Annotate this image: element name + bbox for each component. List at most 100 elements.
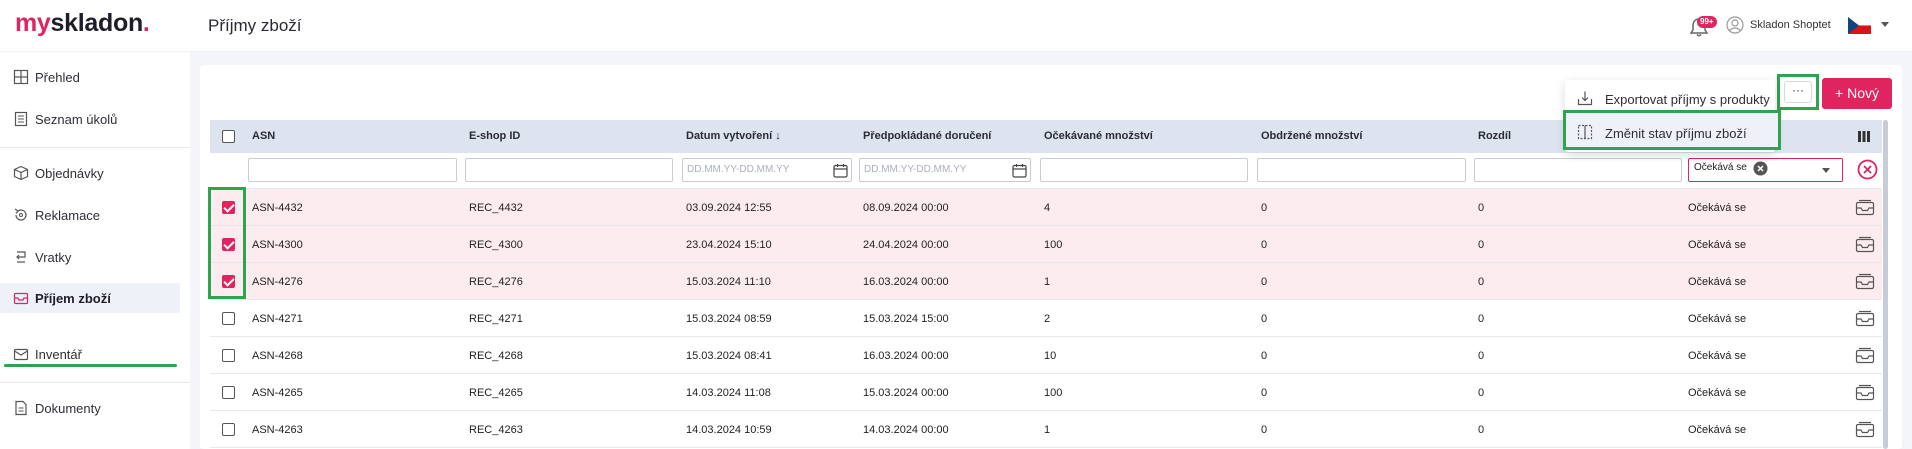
cell-created: 14.03.2024 10:59 — [686, 424, 772, 436]
table-row[interactable]: ASN-4265 REC_4265 14.03.2024 11:08 15.03.20… — [210, 374, 1882, 411]
column-header-expected[interactable]: Očekávané množství — [1044, 130, 1153, 142]
cell-asn[interactable]: ASN-4265 — [252, 387, 303, 399]
cell-eshop-id: REC_4432 — [469, 202, 523, 214]
table-row[interactable]: ASN-4300 REC_4300 23.04.2024 15:10 24.04.20… — [210, 226, 1882, 263]
receive-icon[interactable] — [1855, 273, 1875, 290]
cell-asn[interactable]: ASN-4300 — [252, 239, 303, 251]
table-row[interactable]: ASN-4276 REC_4276 15.03.2024 11:10 16.03.20… — [210, 263, 1882, 300]
sidebar-item-label: Inventář — [35, 347, 82, 362]
clear-filters-icon[interactable] — [1857, 159, 1878, 180]
eshop-id-filter-input[interactable] — [465, 158, 673, 182]
sidebar-item-label: Reklamace — [35, 208, 101, 223]
sidebar-item-prijem-zbozi[interactable]: Příjem zboží — [0, 283, 180, 313]
receive-icon[interactable] — [1855, 236, 1875, 253]
cell-asn[interactable]: ASN-4268 — [252, 350, 303, 362]
created-date-filter-input[interactable]: DD.MM.YY-DD.MM.YY — [682, 158, 852, 182]
asn-filter-input[interactable] — [248, 158, 457, 182]
receive-icon[interactable] — [1855, 421, 1875, 438]
column-header-received[interactable]: Obdržené množství — [1261, 130, 1362, 142]
cell-delivery: 15.03.2024 00:00 — [863, 387, 949, 399]
column-header-eshop-id[interactable]: E-shop ID — [469, 130, 520, 142]
diff-filter-input[interactable] — [1474, 158, 1682, 182]
cell-diff: 0 — [1478, 424, 1485, 436]
sidebar-item-label: Objednávky — [35, 166, 104, 181]
sidebar-item-dokumenty[interactable]: Dokumenty — [0, 393, 180, 423]
cell-asn[interactable]: ASN-4432 — [252, 202, 303, 214]
more-actions-button[interactable]: ··· — [1784, 81, 1812, 103]
sidebar-item-reklamace[interactable]: Reklamace — [0, 200, 180, 230]
cell-asn[interactable]: ASN-4276 — [252, 276, 303, 288]
receive-icon[interactable] — [1855, 347, 1875, 364]
return-icon — [14, 208, 27, 221]
sidebar-item-inventar[interactable]: Inventář — [0, 339, 180, 369]
receive-icon[interactable] — [1855, 310, 1875, 327]
chevron-down-icon[interactable] — [1822, 168, 1830, 174]
cell-diff: 0 — [1478, 313, 1485, 325]
row-checkbox[interactable] — [222, 349, 235, 362]
change-receipt-status-menu-item[interactable]: Změnit stav příjmu zboží — [1565, 116, 1775, 148]
cell-status: Očekává se — [1688, 350, 1747, 362]
user-avatar-icon[interactable] — [1726, 16, 1744, 34]
table-row[interactable]: ASN-4268 REC_4268 15.03.2024 08:41 16.03.20… — [210, 337, 1882, 374]
expected-qty-filter-input[interactable] — [1040, 158, 1248, 182]
table-row[interactable]: ASN-4432 REC_4432 03.09.2024 12:55 08.09.20… — [210, 189, 1882, 226]
row-checkbox[interactable] — [222, 312, 235, 325]
delivery-date-filter-input[interactable]: DD.MM.YY-DD.MM.YY — [859, 158, 1031, 182]
row-checkbox[interactable] — [222, 423, 235, 436]
calendar-icon[interactable] — [833, 163, 848, 178]
sidebar-item-label: Vratky — [35, 250, 72, 265]
more-actions-highlight: ··· — [1777, 74, 1819, 110]
sidebar-item-objednavky[interactable]: Objednávky — [0, 158, 180, 188]
sidebar-item-label: Příjem zboží — [35, 291, 111, 306]
menu-item-label: Exportovat příjmy s produkty — [1605, 92, 1770, 107]
cell-created: 14.03.2024 11:08 — [686, 387, 771, 399]
cell-delivery: 15.03.2024 15:00 — [863, 313, 949, 325]
cell-asn[interactable]: ASN-4271 — [252, 313, 303, 325]
cell-created: 03.09.2024 12:55 — [686, 202, 772, 214]
select-all-checkbox[interactable] — [222, 130, 235, 143]
cell-expected: 10 — [1044, 350, 1057, 362]
cell-asn[interactable]: ASN-4263 — [252, 424, 303, 436]
sidebar-item-prehled[interactable]: Přehled — [0, 62, 180, 92]
cell-delivery: 16.03.2024 00:00 — [863, 350, 949, 362]
new-button[interactable]: + Nový — [1822, 78, 1892, 109]
column-header-delivery[interactable]: Předpokládané doručení — [863, 130, 991, 142]
cell-status: Očekává se — [1688, 276, 1747, 288]
cell-expected: 1 — [1044, 424, 1051, 436]
cell-eshop-id: REC_4263 — [469, 424, 523, 436]
column-header-created[interactable]: Datum vytvoření ↓ — [686, 130, 781, 142]
table-row[interactable]: ASN-4263 REC_4263 14.03.2024 10:59 14.03.20… — [210, 411, 1882, 448]
cell-status: Očekává se — [1688, 387, 1747, 399]
cell-status: Očekává se — [1688, 239, 1747, 251]
chevron-down-icon[interactable] — [1881, 22, 1889, 28]
column-header-asn[interactable]: ASN — [252, 130, 275, 142]
receive-icon[interactable] — [1855, 199, 1875, 216]
cell-delivery: 24.04.2024 00:00 — [863, 239, 949, 251]
sidebar: Přehled Seznam úkolů Objednávky Reklamac… — [0, 52, 190, 449]
czech-flag-icon[interactable] — [1848, 17, 1871, 34]
cell-created: 23.04.2024 15:10 — [686, 239, 772, 251]
row-checkbox[interactable] — [222, 386, 235, 399]
column-header-diff[interactable]: Rozdíl — [1478, 130, 1511, 142]
receive-icon[interactable] — [1855, 384, 1875, 401]
sidebar-item-vratky[interactable]: Vratky — [0, 242, 180, 272]
cell-created: 15.03.2024 08:41 — [686, 350, 772, 362]
cell-expected: 2 — [1044, 313, 1051, 325]
selected-rows-highlight — [208, 187, 246, 299]
received-qty-filter-input[interactable] — [1257, 158, 1466, 182]
calendar-icon[interactable] — [1012, 163, 1027, 178]
cell-diff: 0 — [1478, 239, 1485, 251]
user-name[interactable]: Skladon Shoptet — [1750, 19, 1831, 31]
cell-eshop-id: REC_4265 — [469, 387, 523, 399]
logo[interactable]: myskladon. — [15, 9, 150, 38]
scrollbar[interactable] — [1883, 120, 1888, 449]
sidebar-item-seznam-ukolu[interactable]: Seznam úkolů — [0, 104, 180, 134]
sidebar-item-label: Dokumenty — [35, 401, 101, 416]
cell-received: 0 — [1261, 424, 1268, 436]
table-row[interactable]: ASN-4271 REC_4271 15.03.2024 08:59 15.03.20… — [210, 300, 1882, 337]
cell-diff: 0 — [1478, 387, 1485, 399]
cell-eshop-id: REC_4268 — [469, 350, 523, 362]
remove-chip-icon[interactable] — [1753, 161, 1768, 176]
columns-settings-icon[interactable] — [1858, 131, 1870, 142]
columns-icon — [1577, 124, 1593, 140]
